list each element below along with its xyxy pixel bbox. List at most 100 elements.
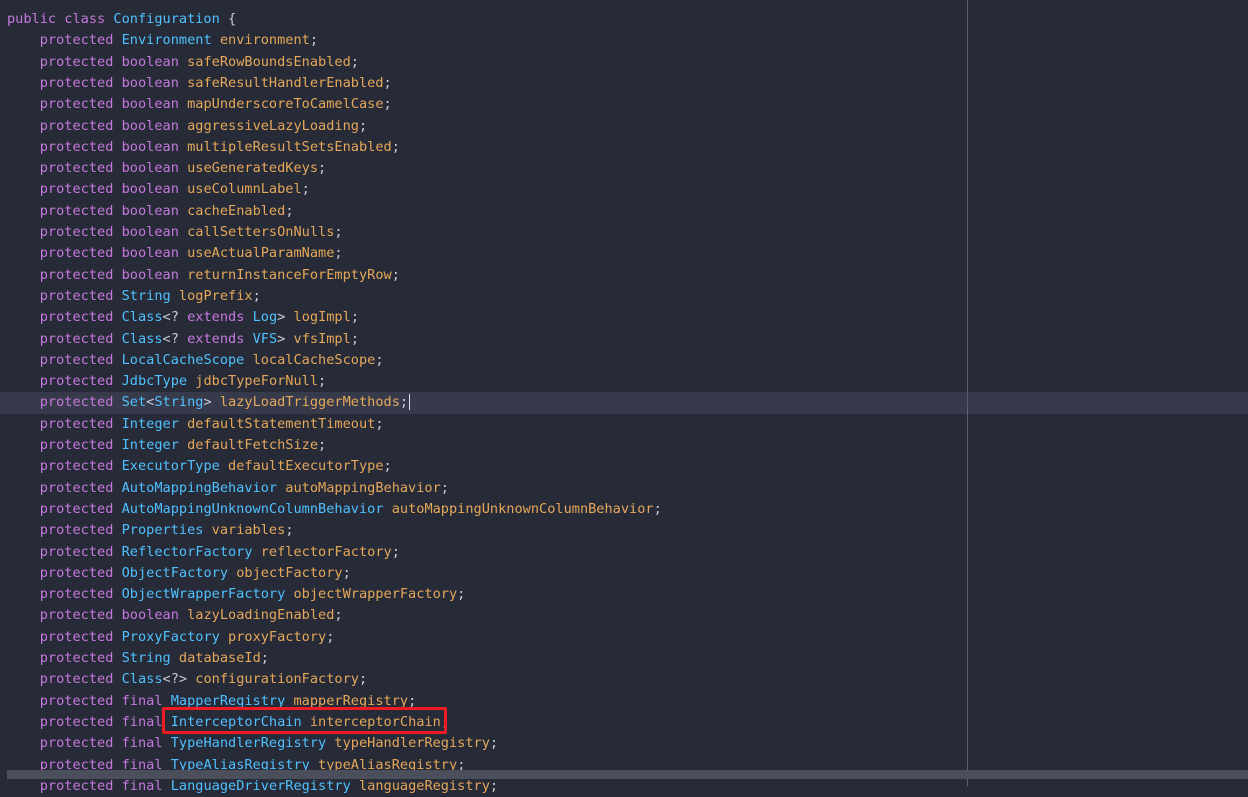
code-line-content: protected final TypeHandlerRegistry type… xyxy=(7,733,498,754)
code-modifiers: protected boolean xyxy=(39,181,179,198)
code-line[interactable]: protected Class<? extends Log> logImpl; xyxy=(0,307,1248,328)
code-line-content: protected boolean safeRowBoundsEnabled; xyxy=(7,52,359,73)
code-punctuation: ; xyxy=(440,479,449,496)
code-modifiers: protected boolean xyxy=(39,607,179,624)
code-line[interactable]: protected boolean useGeneratedKeys; xyxy=(0,158,1248,179)
code-line-content: protected ProxyFactory proxyFactory; xyxy=(7,627,335,648)
code-type: Set xyxy=(121,394,147,411)
code-line-content: protected boolean lazyLoadingEnabled; xyxy=(7,605,343,626)
code-field-name: objectWrapperFactory xyxy=(293,586,458,603)
code-line-content: protected ObjectWrapperFactory objectWra… xyxy=(7,584,466,605)
code-line-content: protected boolean useColumnLabel; xyxy=(7,179,310,200)
code-line[interactable]: protected Integer defaultStatementTimeou… xyxy=(0,414,1248,435)
code-line[interactable]: protected boolean callSettersOnNulls; xyxy=(0,222,1248,243)
code-generics: <? extends VFS> xyxy=(162,330,294,347)
code-line[interactable]: protected Class<?> configurationFactory; xyxy=(0,669,1248,690)
code-line[interactable]: protected String logPrefix; xyxy=(0,286,1248,307)
code-punctuation: ; xyxy=(334,245,343,262)
code-generics xyxy=(220,458,228,474)
code-modifiers: protected final xyxy=(39,692,163,709)
code-line[interactable]: protected boolean safeResultHandlerEnabl… xyxy=(0,73,1248,94)
code-line-content: protected ReflectorFactory reflectorFact… xyxy=(7,542,400,563)
code-modifiers: protected boolean xyxy=(39,245,179,262)
code-field-name: callSettersOnNulls xyxy=(187,224,335,240)
code-modifiers: protected boolean xyxy=(39,160,179,177)
code-modifiers: protected xyxy=(39,650,114,666)
code-modifiers: protected xyxy=(39,373,114,390)
code-modifiers: protected boolean xyxy=(39,53,179,70)
code-line[interactable]: protected LocalCacheScope localCacheScop… xyxy=(0,350,1248,371)
code-field-name: typeHandlerRegistry xyxy=(334,735,490,752)
code-line[interactable]: protected AutoMappingBehavior autoMappin… xyxy=(0,478,1248,499)
code-type: ReflectorFactory xyxy=(121,543,253,560)
code-line[interactable]: protected JdbcType jdbcTypeForNull; xyxy=(0,371,1248,392)
code-line[interactable]: protected boolean aggressiveLazyLoading; xyxy=(0,116,1248,137)
code-line[interactable]: protected boolean mapUnderscoreToCamelCa… xyxy=(0,94,1248,115)
code-line[interactable]: protected AutoMappingUnknownColumnBehavi… xyxy=(0,499,1248,520)
code-type: Class xyxy=(121,309,163,326)
code-type: Configuration xyxy=(113,11,220,27)
code-line[interactable]: protected boolean useColumnLabel; xyxy=(0,179,1248,200)
horizontal-scrollbar[interactable] xyxy=(7,770,1248,779)
code-punctuation: ; xyxy=(326,628,335,645)
code-type: Environment xyxy=(121,32,212,49)
code-line-content: protected boolean useGeneratedKeys; xyxy=(7,158,326,179)
code-field-name: vfsImpl xyxy=(293,330,351,347)
code-line[interactable]: protected boolean returnInstanceForEmpty… xyxy=(0,265,1248,286)
code-line[interactable]: protected ObjectWrapperFactory objectWra… xyxy=(0,584,1248,605)
code-line[interactable]: protected String databaseId; xyxy=(0,648,1248,669)
code-line[interactable]: protected boolean multipleResultSetsEnab… xyxy=(0,137,1248,158)
code-line[interactable]: protected Integer defaultFetchSize; xyxy=(0,435,1248,456)
code-punctuation: ; xyxy=(399,394,409,411)
code-line[interactable]: protected boolean cacheEnabled; xyxy=(0,201,1248,222)
code-line[interactable]: protected final TypeHandlerRegistry type… xyxy=(0,733,1248,754)
code-field-name: defaultStatementTimeout xyxy=(187,415,376,432)
code-line[interactable]: protected ObjectFactory objectFactory; xyxy=(0,563,1248,584)
code-line-content: public class Configuration { xyxy=(7,9,236,30)
code-generics xyxy=(244,352,252,368)
code-line[interactable]: protected Class<? extends VFS> vfsImpl; xyxy=(0,329,1248,350)
code-line[interactable]: protected Environment environment; xyxy=(0,30,1248,51)
code-generics xyxy=(171,650,179,666)
code-line[interactable]: protected Set<String> lazyLoadTriggerMet… xyxy=(0,392,1248,414)
code-modifiers: protected xyxy=(39,500,114,517)
code-line[interactable]: protected ReflectorFactory reflectorFact… xyxy=(0,542,1248,563)
code-field-name: cacheEnabled xyxy=(187,202,286,219)
code-line-content: protected boolean returnInstanceForEmpty… xyxy=(7,265,400,286)
code-line[interactable]: protected boolean lazyLoadingEnabled; xyxy=(0,605,1248,626)
code-line-content: protected boolean aggressiveLazyLoading; xyxy=(7,116,367,137)
code-punctuation: ; xyxy=(252,287,261,304)
code-modifiers: protected xyxy=(39,351,114,368)
code-punctuation: ; xyxy=(285,522,294,539)
code-line[interactable]: public class Configuration { xyxy=(0,9,1248,30)
code-generics: { xyxy=(219,11,237,27)
code-generics xyxy=(228,565,236,581)
code-field-name: returnInstanceForEmptyRow xyxy=(187,266,392,283)
code-line[interactable]: protected ExecutorType defaultExecutorTy… xyxy=(0,456,1248,477)
code-line-content: protected Properties variables; xyxy=(7,520,294,541)
code-modifiers: protected xyxy=(39,287,114,304)
code-line[interactable]: protected ProxyFactory proxyFactory; xyxy=(0,627,1248,648)
code-type: JdbcType xyxy=(121,373,188,390)
code-line[interactable]: protected boolean safeRowBoundsEnabled; xyxy=(0,52,1248,73)
code-field-name: mapUnderscoreToCamelCase xyxy=(187,96,384,113)
code-punctuation: ; xyxy=(350,309,359,326)
code-line[interactable]: protected Properties variables; xyxy=(0,520,1248,541)
code-generics xyxy=(179,437,187,453)
code-field-name: proxyFactory xyxy=(228,628,327,645)
code-field-name: autoMappingUnknownColumnBehavior xyxy=(391,500,654,517)
code-generics xyxy=(384,501,392,517)
code-modifiers: protected boolean xyxy=(39,224,179,240)
code-punctuation: ; xyxy=(383,96,392,113)
code-editor[interactable]: public class Configuration { protected E… xyxy=(0,0,1248,794)
code-punctuation: ; xyxy=(391,543,400,560)
code-punctuation: ; xyxy=(653,500,662,517)
code-line[interactable]: protected boolean useActualParamName; xyxy=(0,243,1248,264)
code-modifiers: protected xyxy=(39,543,114,560)
code-line-content: protected boolean cacheEnabled; xyxy=(7,201,294,222)
code-punctuation: ; xyxy=(318,437,327,453)
code-type: String xyxy=(121,650,171,666)
code-modifiers: protected xyxy=(39,437,114,453)
code-line-content: protected ObjectFactory objectFactory; xyxy=(7,563,351,584)
code-field-name: safeResultHandlerEnabled xyxy=(187,74,384,91)
